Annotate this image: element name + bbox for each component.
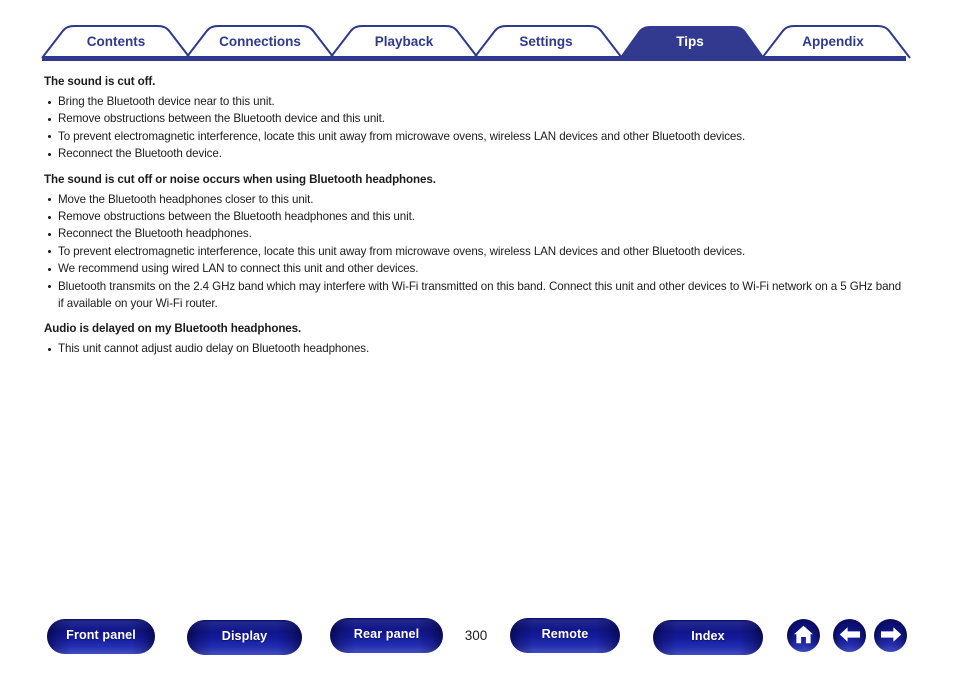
section-heading: Audio is delayed on my Bluetooth headpho… <box>44 322 302 336</box>
list-item: We recommend using wired LAN to connect … <box>48 260 954 277</box>
tip-list: This unit cannot adjust audio delay on B… <box>0 340 954 357</box>
display-button[interactable]: Display <box>187 620 302 655</box>
remote-button-label: Remote <box>541 626 589 641</box>
back-button[interactable] <box>833 619 866 652</box>
list-item: Remove obstructions between the Bluetoot… <box>48 110 954 127</box>
remote-button[interactable]: Remote <box>510 618 620 653</box>
home-icon <box>794 625 813 643</box>
list-item: Bluetooth transmits on the 2.4 GHz band … <box>48 278 904 313</box>
list-item: To prevent electromagnetic interference,… <box>48 243 954 260</box>
forward-button[interactable] <box>874 619 907 652</box>
rear-panel-button[interactable]: Rear panel <box>330 618 443 653</box>
tab-settings[interactable] <box>474 26 622 58</box>
list-item: Bring the Bluetooth device near to this … <box>48 93 954 110</box>
section-sound-cut-off: The sound is cut off. Bring the Bluetoot… <box>0 74 954 163</box>
tip-list: Bring the Bluetooth device near to this … <box>0 93 954 163</box>
tab-bar: Contents Connections Playback Settings T… <box>0 0 954 64</box>
list-item: Reconnect the Bluetooth headphones. <box>48 225 954 242</box>
rear-panel-button-label: Rear panel <box>353 626 420 641</box>
tip-list: Move the Bluetooth headphones closer to … <box>0 191 954 313</box>
list-item: This unit cannot adjust audio delay on B… <box>48 340 954 357</box>
section-heading: The sound is cut off. <box>44 75 156 88</box>
section-sound-cut-off-headphones: The sound is cut off or noise occurs whe… <box>0 172 954 313</box>
tab-connections[interactable] <box>186 26 334 58</box>
display-button-label: Display <box>221 628 268 643</box>
tab-contents[interactable] <box>42 26 190 58</box>
page-number: 300 <box>464 628 488 643</box>
index-button-label: Index <box>691 628 725 643</box>
section-heading: The sound is cut off or noise occurs whe… <box>44 172 436 186</box>
front-panel-button[interactable]: Front panel <box>47 619 155 654</box>
tab-playback[interactable] <box>330 26 478 58</box>
list-item: To prevent electromagnetic interference,… <box>48 128 954 145</box>
tab-appendix[interactable] <box>762 26 910 58</box>
tab-tips[interactable] <box>618 26 766 60</box>
list-item: Remove obstructions between the Bluetoot… <box>48 208 954 225</box>
main-content: The sound is cut off. Bring the Bluetoot… <box>0 74 954 367</box>
footer-navigation: Front panel Display Rear panel 300 Remot… <box>0 612 954 673</box>
section-audio-delayed: Audio is delayed on my Bluetooth headpho… <box>0 321 954 357</box>
index-button[interactable]: Index <box>653 620 763 655</box>
front-panel-button-label: Front panel <box>66 627 136 642</box>
arrow-right-icon <box>880 626 901 642</box>
list-item: Move the Bluetooth headphones closer to … <box>48 191 954 208</box>
list-item: Reconnect the Bluetooth device. <box>48 145 954 162</box>
arrow-left-icon <box>839 626 860 642</box>
home-button[interactable] <box>787 619 820 652</box>
